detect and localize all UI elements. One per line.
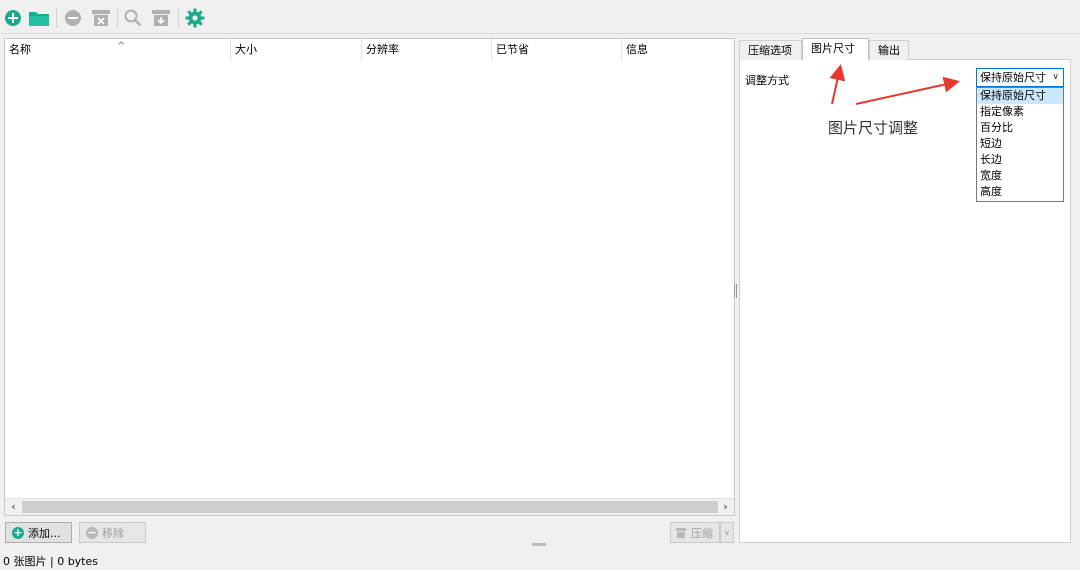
tab-compression-options[interactable]: 压缩选项: [739, 40, 802, 60]
sort-caret-icon: ^: [117, 41, 126, 52]
open-folder-icon[interactable]: [28, 7, 50, 29]
save-icon[interactable]: [150, 7, 172, 29]
toolbar: [0, 0, 1080, 34]
search-icon[interactable]: [122, 7, 144, 29]
remove-button-label: 移除: [102, 526, 124, 540]
file-table[interactable]: 名称 ^ 大小 分辨率 已节省 信息 ‹ ›: [4, 38, 735, 516]
resize-mode-selected-value: 保持原始尺寸: [980, 71, 1046, 84]
toolbar-separator: [56, 8, 57, 28]
remove-icon[interactable]: [62, 7, 84, 29]
scroll-left-icon[interactable]: ‹: [5, 499, 22, 515]
resize-mode-dropdown: 保持原始尺寸 指定像素 百分比 短边 长边 宽度 高度: [976, 87, 1064, 202]
option-keep-original[interactable]: 保持原始尺寸: [977, 88, 1063, 104]
remove-icon: −: [86, 525, 98, 539]
chevron-down-icon: ∨: [1052, 72, 1059, 82]
scroll-right-icon[interactable]: ›: [717, 499, 734, 515]
resize-mode-label: 调整方式: [745, 74, 789, 87]
add-button-label: 添加...: [28, 526, 61, 540]
chevron-down-icon: ∨: [724, 528, 730, 537]
clear-icon[interactable]: [90, 7, 112, 29]
vertical-splitter-handle[interactable]: [734, 284, 737, 298]
option-long-side[interactable]: 长边: [977, 152, 1063, 168]
resize-mode-select[interactable]: 保持原始尺寸 ∨: [976, 68, 1064, 87]
option-width[interactable]: 宽度: [977, 168, 1063, 184]
option-percentage[interactable]: 百分比: [977, 120, 1063, 136]
status-bar: 0 张图片 | 0 bytes: [3, 555, 98, 568]
add-icon: +: [12, 525, 24, 539]
option-short-side[interactable]: 短边: [977, 136, 1063, 152]
compress-dropdown-button[interactable]: ∨: [720, 522, 734, 543]
option-height[interactable]: 高度: [977, 184, 1063, 200]
annotation-text: 图片尺寸调整: [828, 119, 919, 137]
column-header-saved[interactable]: 已节省: [492, 39, 622, 61]
option-pixels[interactable]: 指定像素: [977, 104, 1063, 120]
column-name-label: 名称: [9, 43, 31, 56]
scrollbar-thumb[interactable]: [22, 501, 718, 513]
add-icon[interactable]: [2, 7, 24, 29]
tab-image-size[interactable]: 图片尺寸: [802, 38, 869, 60]
tab-output[interactable]: 输出: [869, 40, 909, 60]
horizontal-splitter-handle[interactable]: [532, 543, 546, 546]
column-header-size[interactable]: 大小: [231, 39, 362, 61]
column-header-resolution[interactable]: 分辨率: [362, 39, 492, 61]
column-header-name[interactable]: 名称 ^: [5, 39, 231, 61]
toolbar-separator: [117, 8, 118, 28]
column-header-info[interactable]: 信息: [622, 39, 734, 61]
table-header: 名称 ^ 大小 分辨率 已节省 信息: [5, 39, 734, 61]
settings-icon[interactable]: [184, 7, 206, 29]
add-button[interactable]: + 添加...: [5, 522, 72, 543]
horizontal-scrollbar[interactable]: ‹ ›: [5, 498, 734, 515]
toolbar-separator: [178, 8, 179, 28]
compress-button[interactable]: 压缩: [670, 522, 720, 543]
compress-button-label: 压缩: [691, 526, 713, 540]
remove-button[interactable]: − 移除: [79, 522, 146, 543]
compress-icon: [676, 527, 686, 538]
